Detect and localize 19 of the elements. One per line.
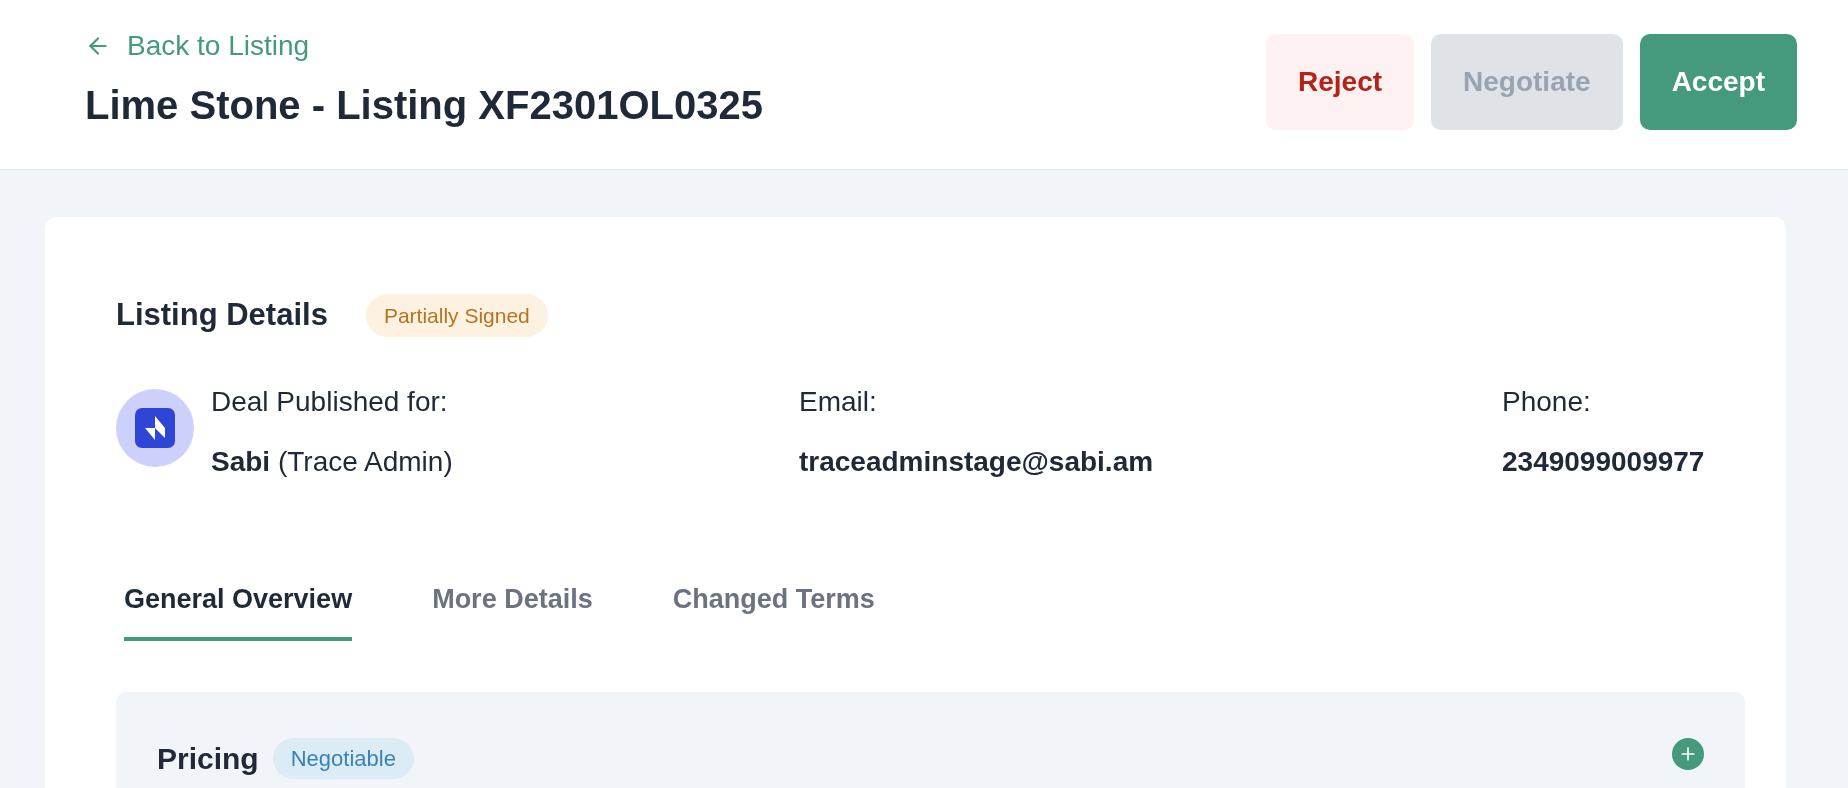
phone-label: Phone: xyxy=(1502,384,1592,419)
section-title: Listing Details xyxy=(116,296,328,334)
pricing-title: Pricing xyxy=(157,740,259,777)
action-button[interactable]: Accept xyxy=(1639,34,1797,130)
company-name: Sabi (Trace Admin) xyxy=(211,444,453,479)
status-badge: Partially Signed xyxy=(365,293,548,337)
page-title: Lime Stone - Listing XF2301OL0325 xyxy=(85,81,763,129)
email-value: traceadminstage@sabi.am xyxy=(799,444,1155,479)
email-label: Email: xyxy=(799,384,878,419)
negotiable-badge: Negotiable xyxy=(272,737,414,779)
phone-value: 2349099009977 xyxy=(1502,444,1705,479)
published-for-label: Deal Published for: xyxy=(211,384,449,419)
logo-icon xyxy=(135,407,175,448)
tab[interactable]: More Details xyxy=(432,578,593,641)
tab[interactable]: General Overview xyxy=(124,578,353,641)
action-button[interactable]: Reject xyxy=(1266,34,1415,130)
back-link[interactable]: Back to Listing xyxy=(85,24,763,67)
tab[interactable]: Changed Terms xyxy=(672,578,875,641)
add-button[interactable] xyxy=(1672,738,1704,770)
